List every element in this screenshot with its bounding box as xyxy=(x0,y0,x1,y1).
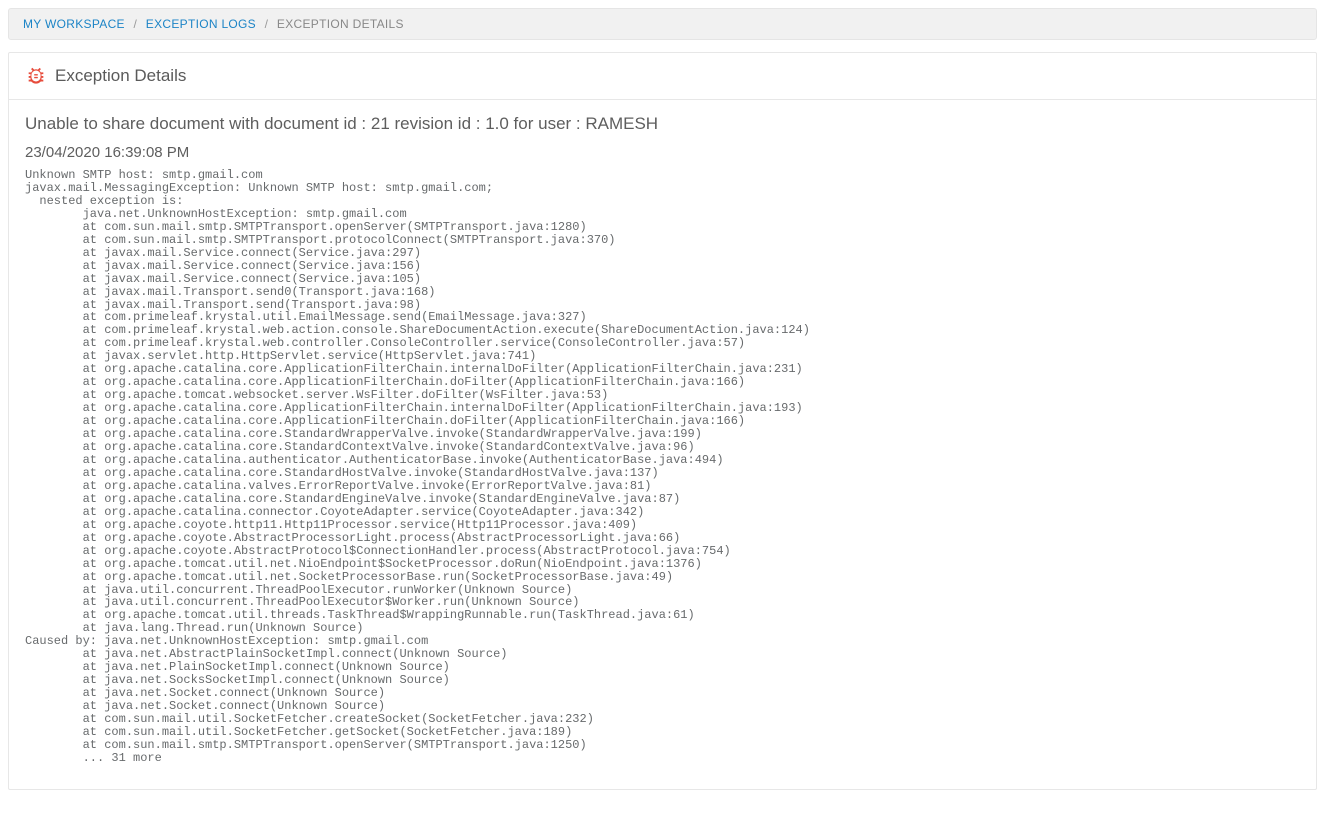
bug-icon xyxy=(25,65,47,87)
exception-stacktrace: Unknown SMTP host: smtp.gmail.com javax.… xyxy=(25,169,1300,765)
breadcrumb-link-workspace[interactable]: MY WORKSPACE xyxy=(23,17,125,31)
breadcrumb-separator: / xyxy=(133,17,137,31)
panel-header: Exception Details xyxy=(9,53,1316,100)
breadcrumb-current: EXCEPTION DETAILS xyxy=(277,17,404,31)
panel-title: Exception Details xyxy=(55,66,186,86)
exception-panel: Exception Details Unable to share docume… xyxy=(8,52,1317,790)
breadcrumb: MY WORKSPACE / EXCEPTION LOGS / EXCEPTIO… xyxy=(8,8,1317,40)
breadcrumb-separator: / xyxy=(265,17,269,31)
exception-timestamp: 23/04/2020 16:39:08 PM xyxy=(25,144,1300,161)
panel-body: Unable to share document with document i… xyxy=(9,100,1316,789)
breadcrumb-link-exception-logs[interactable]: EXCEPTION LOGS xyxy=(146,17,256,31)
exception-title: Unable to share document with document i… xyxy=(25,114,1300,134)
